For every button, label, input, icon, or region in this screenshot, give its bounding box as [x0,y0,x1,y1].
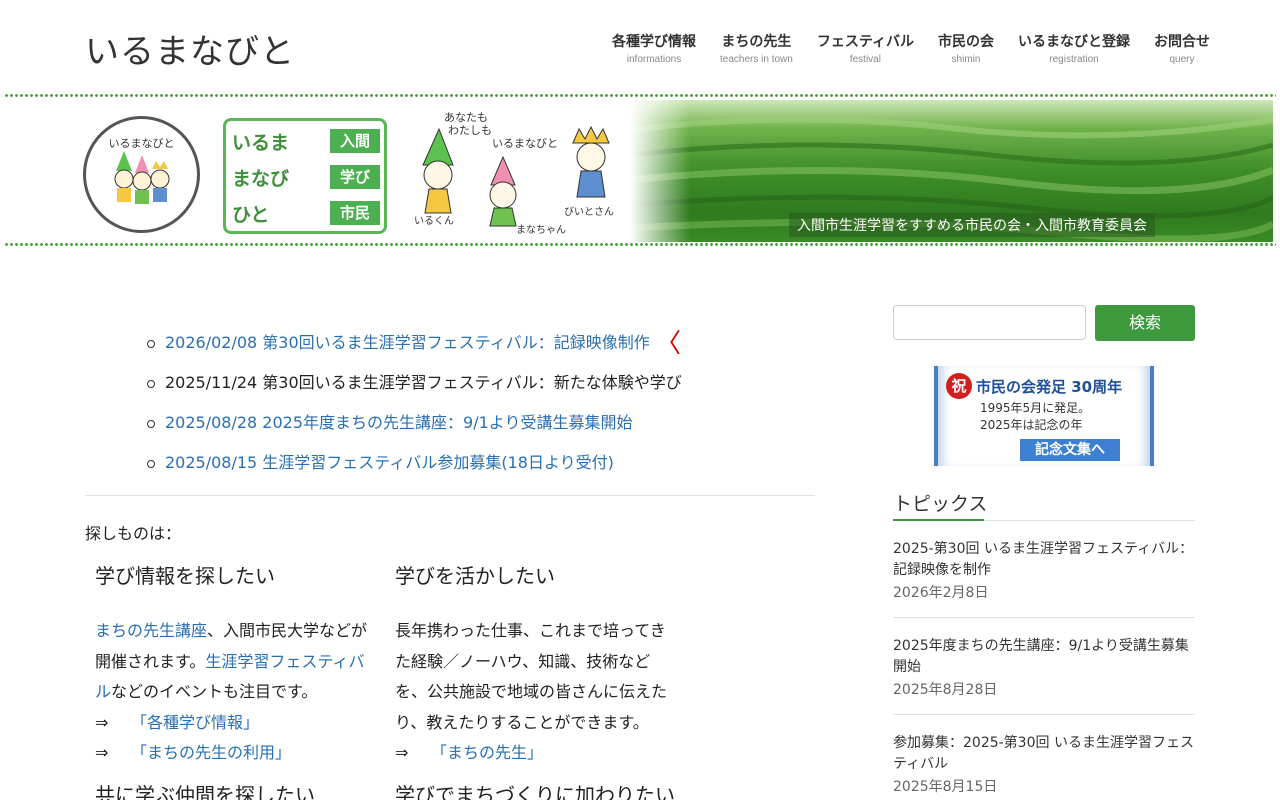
arrow-icon: ⇒ [395,743,409,762]
section-heading: 学びを活かしたい [395,564,555,588]
section-body: 長年携わった仕事、これまで培ってきた経験／ノーハウ、知識、技術などを、公共施設で… [395,616,673,769]
news-item: 2026/02/08 第30回いるま生涯学習フェスティバル：記録映像制作 [145,333,825,373]
anniversary-link-button[interactable]: 記念文集へ [1020,439,1120,461]
anniversary-title: 市民の会発足 30周年 [976,378,1123,396]
logo-circle: いるまなびと [83,116,200,233]
kanji-logo: いるま 入間 まなび 学び ひと 市民 [223,118,387,234]
kanji-row: まなび 学び [232,165,380,190]
topic-date: 2025年8月15日 [893,779,998,795]
celebration-badge-icon: 祝 [946,373,972,399]
search-input[interactable] [893,305,1086,340]
topic-date: 2026年2月8日 [893,585,989,601]
nav-sublabel: registration [1049,54,1099,65]
arrow-icon: ⇒ [95,712,109,732]
section-heading: 学びでまちづくりに加わりたい [395,783,675,800]
kanji-row: ひと 市民 [232,201,380,226]
nav-sublabel: shimin [951,54,981,65]
nav-sublabel: festival [849,54,881,65]
link-line: ⇒ 「まちの先生」 [395,738,673,769]
teacher-course-link[interactable]: まちの先生講座 [95,621,207,640]
nav-item-informations[interactable]: 各種学び情報 informations [612,31,696,65]
section-use: 学びを活かしたい 長年携わった仕事、これまで培ってきた経験／ノーハウ、知識、技術… [395,560,673,769]
news-list: 2026/02/08 第30回いるま生涯学習フェスティバル：記録映像制作 202… [145,333,825,493]
mascot-trio-icon [114,151,170,204]
section-town: 学びでまちづくりに加わりたい [395,779,685,800]
kanji-left: いるま [232,131,290,154]
nav-item-query[interactable]: お問合せ query [1154,31,1210,65]
nav-item-teachers[interactable]: まちの先生 teachers in town [720,31,793,65]
main-nav: 各種学び情報 informations まちの先生 teachers in to… [612,31,1210,65]
tea-fade [630,100,690,242]
anniversary-text: 2025年は記念の年 [980,418,1083,432]
link-line: ⇒ 「各種学び情報」 [95,708,380,739]
site-title[interactable]: いるまなびと [85,24,295,73]
news-item: 2025/11/24 第30回いるま生涯学習フェスティバル：新たな体験や学び [145,373,825,413]
teacher-use-link[interactable]: 「まちの先生の利用」 [131,743,291,762]
nav-item-registration[interactable]: いるまなびと登録 registration [1018,31,1130,65]
news-link[interactable]: 2025/08/28 2025年度まちの先生講座：9/1より受講生募集開始 [165,413,632,432]
section-text: 長年携わった仕事、これまで培ってきた経験／ノーハウ、知識、技術などを、公共施設で… [395,621,668,732]
section-body: まちの先生講座、入間市民大学などが開催されます。生涯学習フェスティバルなどのイベ… [95,616,380,769]
news-link[interactable]: 2025/08/15 生涯学習フェスティバル参加募集(18日より受付) [165,453,614,472]
character-name: いるくん [414,216,454,227]
nav-label: 各種学び情報 [612,34,696,50]
topic-separator [893,714,1195,715]
info-link[interactable]: 「各種学び情報」 [131,713,259,732]
anniversary-text: 1995年5月に発足。 [980,401,1091,415]
arrow-icon: ⇒ [95,743,109,762]
link-line: ⇒ 「まちの先生の利用」 [95,738,380,769]
news-item: 2025/08/28 2025年度まちの先生講座：9/1より受講生募集開始 [145,413,825,453]
kanji-row: いるま 入間 [232,129,380,154]
kanji-right: 学び [330,165,380,189]
nav-label: お問合せ [1154,34,1210,50]
nav-item-festival[interactable]: フェスティバル festival [817,31,914,65]
kanji-left: まなび [232,167,290,190]
topic-item[interactable]: 2025-第30回 いるま生涯学習フェスティバル：記録映像を制作 2026年2月… [893,539,1195,602]
dotted-border-top [4,93,1276,98]
topic-item[interactable]: 参加募集：2025-第30回 いるま生涯学習フェスティバル 2025年8月15日 [893,733,1195,796]
topic-title[interactable]: 2025-第30回 いるま生涯学習フェスティバル：記録映像を制作 [893,539,1195,581]
nav-sublabel: query [1169,54,1195,65]
dotted-border-bottom [4,242,1276,247]
nav-label: いるまなびと登録 [1018,34,1130,50]
topics-underline-accent [893,519,984,521]
section-text: などのイベントも注目です。 [111,682,318,701]
topics-heading: トピックス [893,493,988,515]
nav-label: フェスティバル [816,34,914,50]
section-heading: 学び情報を探したい [95,564,275,588]
section-peers: 共に学ぶ仲間を探したい [95,779,385,800]
nav-sublabel: informations [626,54,682,65]
topic-separator [893,617,1195,618]
banner-caption: 入間市生涯学習をすすめる市民の会・入間市教育委員会 [789,213,1155,237]
topic-title[interactable]: 参加募集：2025-第30回 いるま生涯学習フェスティバル [893,733,1195,775]
character-name: びいとさん [564,207,614,218]
search-prompt: 探しものは： [85,524,182,543]
content-divider [85,495,815,496]
news-item: 2025/08/15 生涯学習フェスティバル参加募集(18日より受付) [145,453,825,493]
kanji-right: 入間 [330,129,380,153]
site-header: いるまなびと 各種学び情報 informations まちの先生 teacher… [0,0,1280,92]
kanji-right: 市民 [330,201,380,225]
header-banner: 入間市生涯学習をすすめる市民の会・入間市教育委員会 いるまなびと いるま 入間 … [4,93,1276,249]
nav-sublabel: teachers in town [720,54,793,65]
anniversary-banner[interactable]: 祝 市民の会発足 30周年 1995年5月に発足。 2025年は記念の年 記念文… [934,366,1154,466]
nav-item-shimin[interactable]: 市民の会 shimin [938,31,994,65]
teacher-link[interactable]: 「まちの先生」 [431,743,543,762]
news-ticker-arrow-icon[interactable]: 〈 [655,331,681,357]
topic-title[interactable]: 2025年度まちの先生講座：9/1より受講生募集開始 [893,636,1195,678]
topic-item[interactable]: 2025年度まちの先生講座：9/1より受講生募集開始 2025年8月28日 [893,636,1195,699]
news-text: 2025/11/24 第30回いるま生涯学習フェスティバル：新たな体験や学び [165,373,682,392]
nav-label: まちの先生 [721,34,792,50]
tea-field-image: 入間市生涯学習をすすめる市民の会・入間市教育委員会 [630,100,1273,242]
nav-label: 市民の会 [938,34,994,50]
topic-date: 2025年8月28日 [893,682,998,698]
section-learn: 学び情報を探したい まちの先生講座、入間市民大学などが開催されます。生涯学習フェ… [95,560,380,769]
news-link[interactable]: 2026/02/08 第30回いるま生涯学習フェスティバル：記録映像制作 [165,333,650,352]
section-heading: 共に学ぶ仲間を探したい [95,783,315,800]
search-button[interactable]: 検索 [1095,305,1195,341]
kanji-left: ひと [232,203,270,226]
character-name: まなちゃん [516,225,566,236]
